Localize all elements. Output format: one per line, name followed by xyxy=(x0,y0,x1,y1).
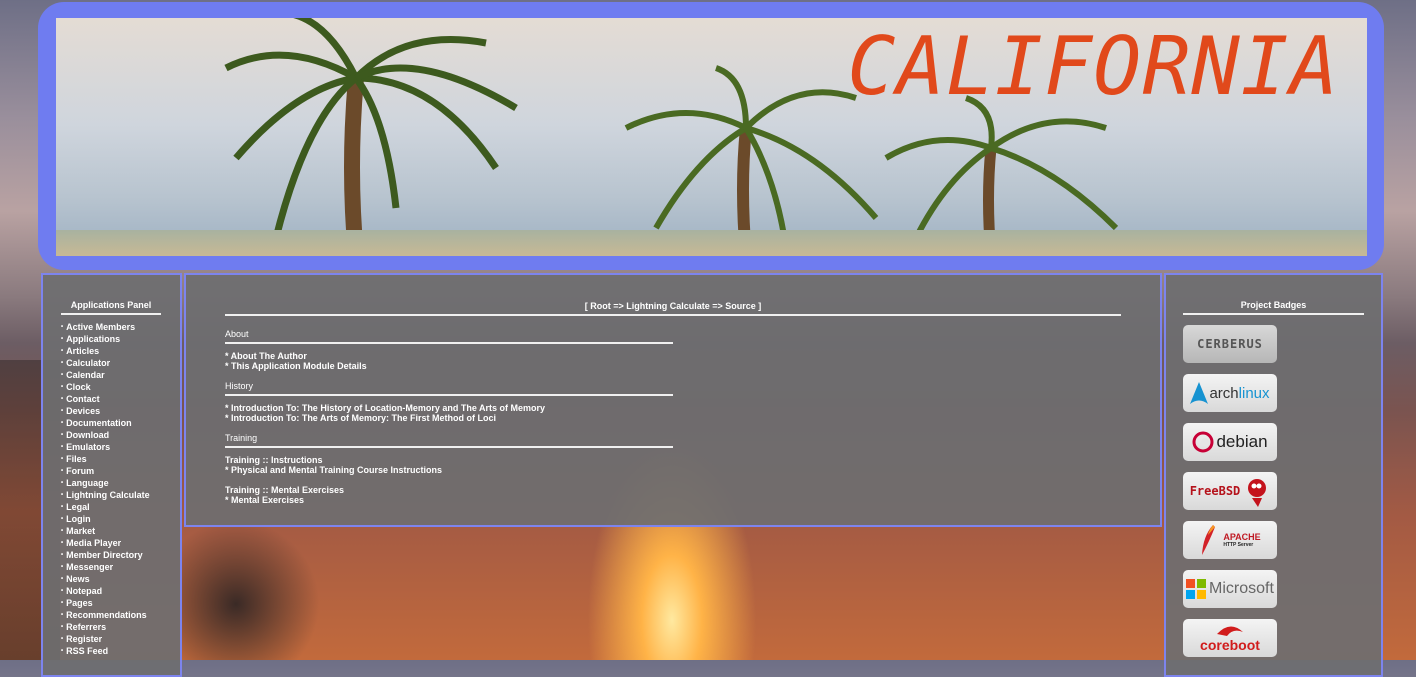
nav-item-articles[interactable]: • Articles xyxy=(61,345,180,357)
link-training-course-instructions[interactable]: * Physical and Mental Training Course In… xyxy=(225,465,673,475)
breadcrumb: [ Root => Lightning Calculate => Source … xyxy=(225,301,1121,316)
cerberus-logo-icon: CERBERUS xyxy=(1197,337,1263,351)
freebsd-logo-icon: FreeBSD xyxy=(1190,474,1271,508)
link-mental-exercises[interactable]: * Mental Exercises xyxy=(225,495,673,505)
label-training-instructions: Training :: Instructions xyxy=(225,455,323,465)
nav-item-lightning-calculate[interactable]: • Lightning Calculate xyxy=(61,489,180,501)
site-title: CALIFORNIA xyxy=(847,20,1339,113)
nav-item-devices[interactable]: • Devices xyxy=(61,405,180,417)
nav-item-calculator[interactable]: • Calculator xyxy=(61,357,180,369)
nav-item-clock[interactable]: • Clock xyxy=(61,381,180,393)
archlinux-badge[interactable]: arch linux xyxy=(1183,374,1277,412)
nav-item-messenger[interactable]: • Messenger xyxy=(61,561,180,573)
nav-item-files[interactable]: • Files xyxy=(61,453,180,465)
coreboot-badge[interactable]: coreboot xyxy=(1183,619,1277,657)
debian-badge[interactable]: debian xyxy=(1183,423,1277,461)
header-banner: CALIFORNIA xyxy=(56,18,1367,256)
applications-panel: Applications Panel • Active Members • Appl… xyxy=(41,273,182,677)
nav-item-forum[interactable]: • Forum xyxy=(61,465,180,477)
section-about: About * About The Author * This Applicat… xyxy=(225,329,673,371)
banner-sea xyxy=(56,230,1367,256)
nav-item-login[interactable]: • Login xyxy=(61,513,180,525)
nav-item-contact[interactable]: • Contact xyxy=(61,393,180,405)
section-training: Training Training :: Instructions * Phys… xyxy=(225,433,673,505)
nav-item-media-player[interactable]: • Media Player xyxy=(61,537,180,549)
nav-item-legal[interactable]: • Legal xyxy=(61,501,180,513)
freebsd-badge[interactable]: FreeBSD xyxy=(1183,472,1277,510)
nav-item-calendar[interactable]: • Calendar xyxy=(61,369,180,381)
applications-list: • Active Members • Applications • Articles … xyxy=(61,321,180,657)
section-history: History * Introduction To: The History o… xyxy=(225,381,673,423)
section-heading-about: About xyxy=(225,329,673,344)
nav-item-documentation[interactable]: • Documentation xyxy=(61,417,180,429)
apache-badge[interactable]: APACHE HTTP Server xyxy=(1183,521,1277,559)
link-application-module-details[interactable]: * This Application Module Details xyxy=(225,361,673,371)
nav-item-member-directory[interactable]: • Member Directory xyxy=(61,549,180,561)
cerberus-badge[interactable]: CERBERUS xyxy=(1183,325,1277,363)
nav-item-rss-feed[interactable]: • RSS Feed xyxy=(61,645,180,657)
nav-item-download[interactable]: • Download xyxy=(61,429,180,441)
section-heading-training: Training xyxy=(225,433,673,448)
nav-item-notepad[interactable]: • Notepad xyxy=(61,585,180,597)
apache-logo-icon: APACHE HTTP Server xyxy=(1199,524,1261,556)
main-content-panel: [ Root => Lightning Calculate => Source … xyxy=(184,273,1162,527)
debian-logo-icon: debian xyxy=(1192,430,1268,454)
nav-item-referrers[interactable]: • Referrers xyxy=(61,621,180,633)
nav-item-news[interactable]: • News xyxy=(61,573,180,585)
nav-item-emulators[interactable]: • Emulators xyxy=(61,441,180,453)
link-history-location-memory[interactable]: * Introduction To: The History of Locati… xyxy=(225,403,673,413)
nav-item-register[interactable]: • Register xyxy=(61,633,180,645)
coreboot-logo-icon: coreboot xyxy=(1200,624,1260,652)
nav-item-applications[interactable]: • Applications xyxy=(61,333,180,345)
nav-item-active-members[interactable]: • Active Members xyxy=(61,321,180,333)
label-training-mental-exercises: Training :: Mental Exercises xyxy=(225,485,345,495)
link-about-the-author[interactable]: * About The Author xyxy=(225,351,673,361)
project-badges-panel: Project Badges CERBERUS arch linux debian… xyxy=(1164,273,1383,677)
microsoft-badge[interactable]: Microsoft xyxy=(1183,570,1277,608)
nav-item-recommendations[interactable]: • Recommendations xyxy=(61,609,180,621)
project-badges-title: Project Badges xyxy=(1183,300,1364,315)
badge-list: CERBERUS arch linux debian FreeBSD APACH… xyxy=(1183,325,1381,657)
link-method-of-loci[interactable]: * Introduction To: The Arts of Memory: T… xyxy=(225,413,673,423)
nav-item-language[interactable]: • Language xyxy=(61,477,180,489)
applications-panel-title: Applications Panel xyxy=(61,300,161,315)
background-rocks xyxy=(180,520,320,660)
archlinux-logo-icon: arch linux xyxy=(1190,382,1270,404)
microsoft-logo-icon: Microsoft xyxy=(1186,579,1274,599)
nav-item-market[interactable]: • Market xyxy=(61,525,180,537)
nav-item-pages[interactable]: • Pages xyxy=(61,597,180,609)
section-heading-history: History xyxy=(225,381,673,396)
